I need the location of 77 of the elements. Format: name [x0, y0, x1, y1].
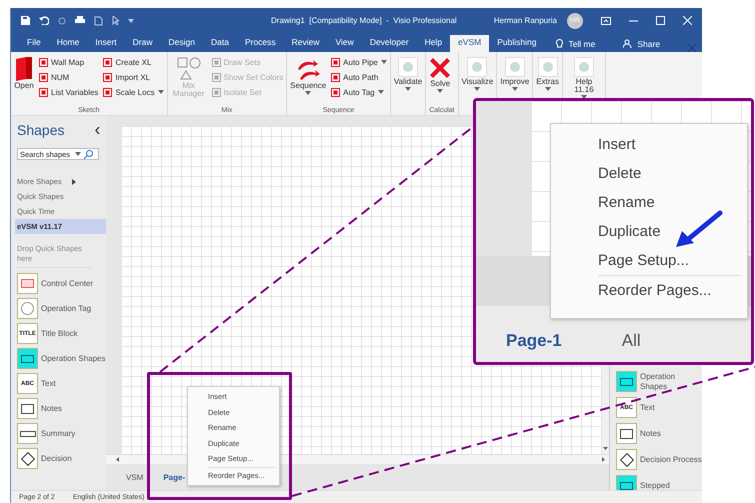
page-tab[interactable]: Page-1	[506, 331, 562, 351]
person-icon	[623, 39, 632, 48]
page-tab[interactable]: Page-	[163, 472, 186, 482]
page-tab[interactable]: VSM	[126, 472, 144, 482]
menu-item[interactable]: Duplicate	[551, 217, 747, 246]
ribbon-tab[interactable]: eVSM	[450, 35, 490, 52]
shape-label: Notes	[640, 428, 661, 438]
ribbon-button[interactable]: NUM	[39, 71, 98, 83]
caret-icon	[75, 152, 81, 156]
ribbon-button[interactable]: Wall Map	[39, 56, 98, 68]
ribbon-tab[interactable]: File	[19, 35, 49, 52]
ribbon-tab[interactable]: Design	[160, 35, 203, 52]
shape-label: Decision	[41, 454, 72, 464]
panel-title: Shapes	[17, 122, 64, 138]
pointer-icon	[112, 16, 119, 25]
maximize-icon	[656, 16, 665, 25]
ribbon-button[interactable]: Extras	[536, 55, 559, 91]
menu-item[interactable]: Page Setup...	[551, 246, 747, 275]
window-title: Drawing1 [Compatibility Mode] - Visio Professional	[271, 16, 458, 25]
close-icon	[683, 16, 692, 25]
shape-label: Stepped	[640, 480, 670, 490]
ribbon-button[interactable]: Visualize	[462, 55, 494, 91]
shape-label: Title Block	[41, 328, 78, 338]
user-name: Herman Ranpuria	[494, 16, 557, 25]
save-icon	[21, 16, 30, 25]
ribbon-tab[interactable]: Publishing	[489, 35, 544, 52]
ribbon-tab[interactable]: Process	[236, 35, 284, 52]
ribbon-button[interactable]: Import XL	[103, 71, 164, 83]
ribbon-tab[interactable]: Insert	[87, 35, 125, 52]
undo-icon	[39, 16, 49, 25]
lightbulb-icon	[556, 38, 564, 48]
collapse-icon	[95, 126, 100, 134]
ribbon-display-icon	[601, 16, 611, 24]
menu-item[interactable]: Rename	[551, 188, 747, 217]
ribbon-tab[interactable]: View	[328, 35, 362, 52]
ribbon-button[interactable]: Solve	[429, 55, 452, 93]
ribbon-button[interactable]: Validate	[394, 55, 422, 91]
shape-label: Operation Shapes	[41, 354, 106, 364]
ribbon-button[interactable]: Open	[14, 55, 34, 90]
ribbon-tab[interactable]: Help	[416, 35, 450, 52]
shape-label: Summary	[41, 428, 76, 438]
page-tab[interactable]: All	[622, 331, 641, 351]
shape-label: Text	[640, 402, 655, 412]
caret-icon	[128, 18, 134, 22]
ribbon-button[interactable]: Auto Pipe	[331, 56, 387, 68]
ribbon-button[interactable]: Improve	[500, 55, 530, 91]
document-icon	[94, 16, 103, 26]
menu-item[interactable]: Delete	[551, 159, 747, 188]
search-icon	[84, 150, 93, 158]
tell-me-field[interactable]: Tell me	[556, 35, 596, 52]
ribbon-tab[interactable]: Home	[48, 35, 88, 52]
shape-label: Text	[41, 378, 56, 388]
ribbon-button[interactable]: Create XL	[103, 56, 164, 68]
ribbon-tab[interactable]: Review	[284, 35, 328, 52]
shape-label: Decision Process	[640, 454, 702, 464]
ribbon-button[interactable]: Auto Path	[331, 71, 387, 83]
ribbon-tab[interactable]: Data	[202, 35, 237, 52]
scroll-left-icon	[116, 457, 119, 462]
scroll-right-icon	[602, 457, 605, 462]
shape-label: Operation Tag	[41, 304, 92, 314]
ribbon-button[interactable]: Sequence	[290, 55, 326, 95]
ribbon-tab[interactable]: Draw	[124, 35, 160, 52]
shape-label: Control Center	[41, 278, 94, 288]
printer-icon	[75, 16, 85, 25]
close-icon	[688, 44, 696, 52]
ribbon-button[interactable]: List Variables	[39, 86, 98, 98]
redo-icon	[58, 16, 66, 24]
share-button[interactable]: Share	[623, 35, 660, 52]
shape-label: Notes	[41, 404, 62, 414]
ribbon-button[interactable]: Scale Locs	[103, 86, 164, 98]
shape-label: Operation Shapes	[640, 372, 676, 392]
menu-item[interactable]: Reorder Pages...	[551, 276, 747, 305]
menu-item[interactable]: Insert	[551, 130, 747, 159]
scroll-down-icon	[603, 447, 608, 450]
ribbon-tab[interactable]: Developer	[362, 35, 417, 52]
ribbon-button[interactable]: Auto Tag	[331, 86, 387, 98]
ribbon-button[interactable]: Help 11.16	[566, 55, 602, 99]
